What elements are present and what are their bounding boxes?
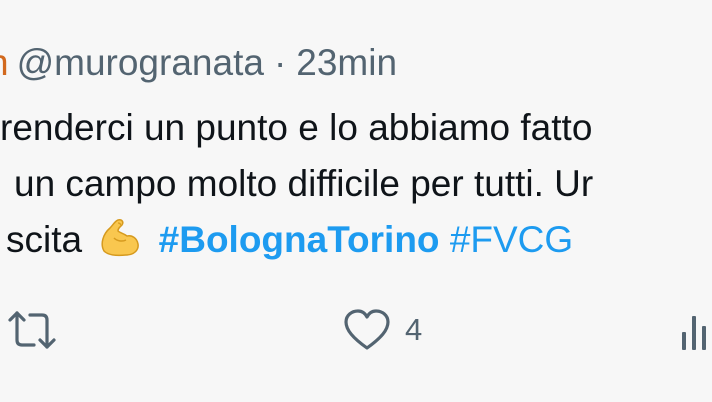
flexed-biceps-icon	[96, 214, 142, 260]
tweet-actions: 4	[0, 302, 712, 358]
tweet[interactable]: n@murogranata·23min renderci un punto e …	[0, 0, 712, 402]
tweet-text-fragment: scita	[6, 219, 83, 260]
separator: ·	[273, 42, 287, 83]
retweet-icon	[6, 308, 58, 352]
heart-icon	[343, 308, 391, 352]
analytics-icon	[680, 312, 712, 352]
tweet-text-line-3: scita #BolognaTorino #FVCG	[6, 212, 593, 268]
display-name[interactable]: n	[0, 42, 9, 83]
tweet-header: n@murogranata·23min	[0, 42, 397, 84]
timestamp[interactable]: 23min	[296, 42, 397, 83]
like-count: 4	[405, 312, 423, 347]
retweet-button[interactable]	[6, 308, 58, 352]
tweet-text-line-1: renderci un punto e lo abbiamo fatto	[0, 107, 593, 148]
user-handle[interactable]: @murogranata	[17, 42, 264, 83]
tweet-text-line-2: un campo molto difficile per tutti. Ur	[14, 163, 594, 204]
hashtag-link[interactable]: #BolognaTorino	[159, 219, 440, 260]
like-button[interactable]: 4	[343, 308, 422, 352]
tweet-text: renderci un punto e lo abbiamo fatto un …	[0, 100, 593, 268]
views-button[interactable]	[680, 312, 712, 352]
hashtag-link[interactable]: #FVCG	[450, 219, 573, 260]
